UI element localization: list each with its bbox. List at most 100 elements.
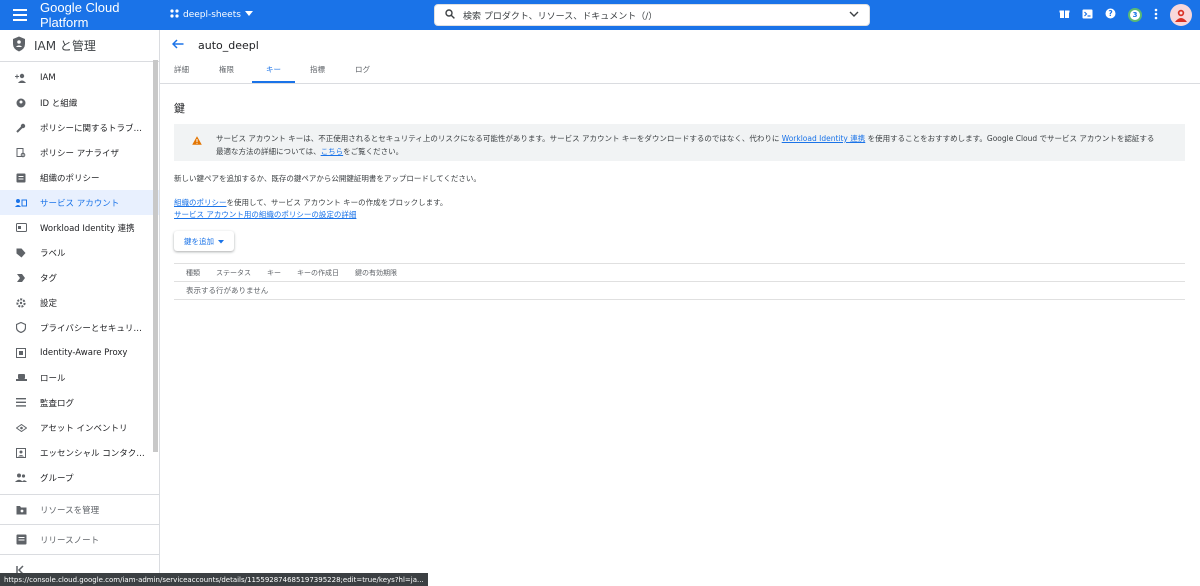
sidebar-item-14[interactable]: アセット インベントリ	[0, 415, 159, 440]
tab-logs[interactable]: ログ	[355, 64, 385, 83]
chevron-down-icon	[218, 237, 224, 246]
sidebar-item-7[interactable]: ラベル	[0, 240, 159, 265]
sidebar-item-2[interactable]: ポリシーに関するトラブ…	[0, 115, 159, 140]
page-header: auto_deepl	[160, 30, 1200, 60]
person-add-icon	[14, 73, 28, 83]
sidebar-item-label: IAM	[40, 72, 56, 83]
list-box-icon	[14, 173, 28, 183]
sidebar-item-3[interactable]: ポリシー アナライザ	[0, 140, 159, 165]
gear-icon	[14, 297, 28, 308]
warning-text: サービス アカウント キーは、不正使用されるとセキュリティ上のリスクになる可能性…	[216, 132, 1156, 158]
search-bar[interactable]: 検索 プロダクト、リソース、ドキュメント（/）	[434, 4, 870, 26]
tab-permissions[interactable]: 権限	[219, 64, 249, 83]
sidebar-item-1[interactable]: ID と組織	[0, 90, 159, 115]
search-placeholder: 検索 プロダクト、リソース、ドキュメント（/）	[463, 11, 658, 22]
sidebar-item-10[interactable]: プライバシーとセキュリ…	[0, 315, 159, 340]
shield-icon	[14, 322, 28, 333]
column-type[interactable]: 種類	[186, 268, 200, 278]
details-link[interactable]: こちら	[321, 147, 344, 156]
add-key-description: 新しい鍵ペアを追加するか、既存の鍵ペアから公開鍵証明書をアップロードしてください…	[174, 174, 481, 183]
manage-resources-link[interactable]: リソースを管理	[0, 494, 159, 524]
sidebar-item-label: ロール	[40, 373, 66, 384]
top-actions: ? 3	[1059, 0, 1192, 30]
chevron-down-icon[interactable]	[849, 10, 859, 20]
sidebar-item-label: プライバシーとセキュリ…	[40, 323, 142, 334]
chevron-down-icon	[244, 10, 253, 20]
sidebar-item-label: ラベル	[40, 248, 66, 259]
sidebar-item-label: Workload Identity 連携	[40, 223, 135, 234]
tab-keys[interactable]: キー	[252, 64, 295, 83]
policy-text: を使用して、サービス アカウント キーの作成をブロックします。	[226, 198, 448, 207]
sidebar-item-0[interactable]: IAM	[0, 65, 159, 90]
app-brand[interactable]: Google Cloud Platform	[40, 0, 170, 30]
gift-icon[interactable]	[1059, 8, 1070, 22]
service-account-icon	[14, 198, 28, 208]
top-app-bar: Google Cloud Platform deepl-sheets 検索 プロ…	[0, 0, 1200, 30]
sidebar-item-label: ポリシー アナライザ	[40, 148, 120, 159]
column-status[interactable]: ステータス	[216, 268, 251, 278]
policy-details-link[interactable]: サービス アカウント用の組織のポリシーの設定の詳細	[174, 210, 356, 219]
warning-text-before: サービス アカウント キーは、不正使用されるとセキュリティ上のリスクになる可能性…	[216, 134, 782, 143]
sidebar-item-label: タグ	[40, 273, 58, 284]
sidebar-item-label: サービス アカウント	[40, 198, 120, 209]
tab-metrics[interactable]: 指標	[310, 64, 340, 83]
release-notes-link[interactable]: リリースノート	[0, 524, 159, 554]
lines-icon	[14, 398, 28, 407]
shield-icon	[12, 36, 26, 55]
avatar[interactable]	[1170, 4, 1192, 26]
sidebar-item-15[interactable]: エッセンシャル コンタク…	[0, 440, 159, 465]
sidebar: IAM と管理 IAM ID と組織ポリシーに関するトラブ… ポリシー アナライザ組…	[0, 30, 160, 586]
folder-settings-icon	[14, 505, 28, 515]
svg-text:?: ?	[1108, 9, 1112, 18]
page-title: auto_deepl	[198, 38, 259, 52]
release-notes-icon	[14, 534, 28, 545]
sidebar-item-label: ポリシーに関するトラブ…	[40, 123, 143, 134]
id-card-icon	[14, 223, 28, 232]
column-expires[interactable]: 鍵の有効期限	[355, 268, 397, 278]
sidebar-item-label: 設定	[40, 298, 58, 309]
sidebar-item-4[interactable]: 組織のポリシー	[0, 165, 159, 190]
diamond-icon	[14, 423, 28, 432]
sidebar-header: IAM と管理	[0, 30, 159, 62]
back-arrow-icon[interactable]	[171, 38, 184, 52]
tag-icon	[14, 273, 28, 283]
project-selector[interactable]: deepl-sheets	[170, 9, 253, 21]
group-icon	[14, 473, 28, 482]
keys-section: 鍵 サービス アカウント キーは、不正使用されるとセキュリティ上のリスクになる可…	[160, 84, 1200, 300]
add-key-button[interactable]: 鍵を追加	[174, 231, 234, 251]
org-policy-link[interactable]: 組織のポリシー	[174, 198, 227, 207]
sidebar-nav: IAM ID と組織ポリシーに関するトラブ… ポリシー アナライザ組織のポリシーサー…	[0, 65, 159, 490]
sidebar-item-9[interactable]: 設定	[0, 290, 159, 315]
sidebar-item-8[interactable]: タグ	[0, 265, 159, 290]
sidebar-item-16[interactable]: グループ	[0, 465, 159, 490]
policy-search-icon	[14, 147, 28, 158]
sidebar-item-label: エッセンシャル コンタク…	[40, 448, 145, 459]
help-icon[interactable]: ?	[1105, 8, 1116, 22]
status-bar-url: https://console.cloud.google.com/iam-adm…	[0, 573, 428, 586]
tab-details[interactable]: 詳細	[174, 64, 204, 83]
warning-banner: サービス アカウント キーは、不正使用されるとセキュリティ上のリスクになる可能性…	[174, 124, 1185, 161]
warning-icon	[192, 136, 202, 148]
sidebar-scrollbar[interactable]	[153, 60, 158, 452]
sidebar-item-11[interactable]: Identity-Aware Proxy	[0, 340, 159, 365]
sidebar-item-5[interactable]: サービス アカウント	[0, 190, 159, 215]
cloud-shell-icon[interactable]	[1082, 9, 1093, 22]
tab-bar: 詳細 権限 キー 指標 ログ	[160, 60, 1200, 84]
account-circle-icon	[14, 98, 28, 108]
sidebar-title: IAM と管理	[34, 39, 96, 53]
sidebar-item-label: グループ	[40, 473, 74, 484]
notifications-badge[interactable]: 3	[1128, 8, 1142, 22]
more-vert-icon[interactable]	[1154, 8, 1158, 23]
hat-icon	[14, 373, 28, 382]
column-created[interactable]: キーの作成日	[297, 268, 339, 278]
contact-icon	[14, 447, 28, 458]
column-key[interactable]: キー	[267, 268, 281, 278]
sidebar-item-label: ID と組織	[40, 98, 78, 109]
policy-info: 組織のポリシーを使用して、サービス アカウント キーの作成をブロックします。 サ…	[174, 197, 1186, 221]
sidebar-item-6[interactable]: Workload Identity 連携	[0, 215, 159, 240]
sidebar-item-12[interactable]: ロール	[0, 365, 159, 390]
sidebar-item-label: アセット インベントリ	[40, 423, 128, 434]
hamburger-menu-icon[interactable]	[0, 0, 40, 30]
sidebar-item-13[interactable]: 監査ログ	[0, 390, 159, 415]
workload-identity-link[interactable]: Workload Identity 連携	[782, 134, 866, 143]
